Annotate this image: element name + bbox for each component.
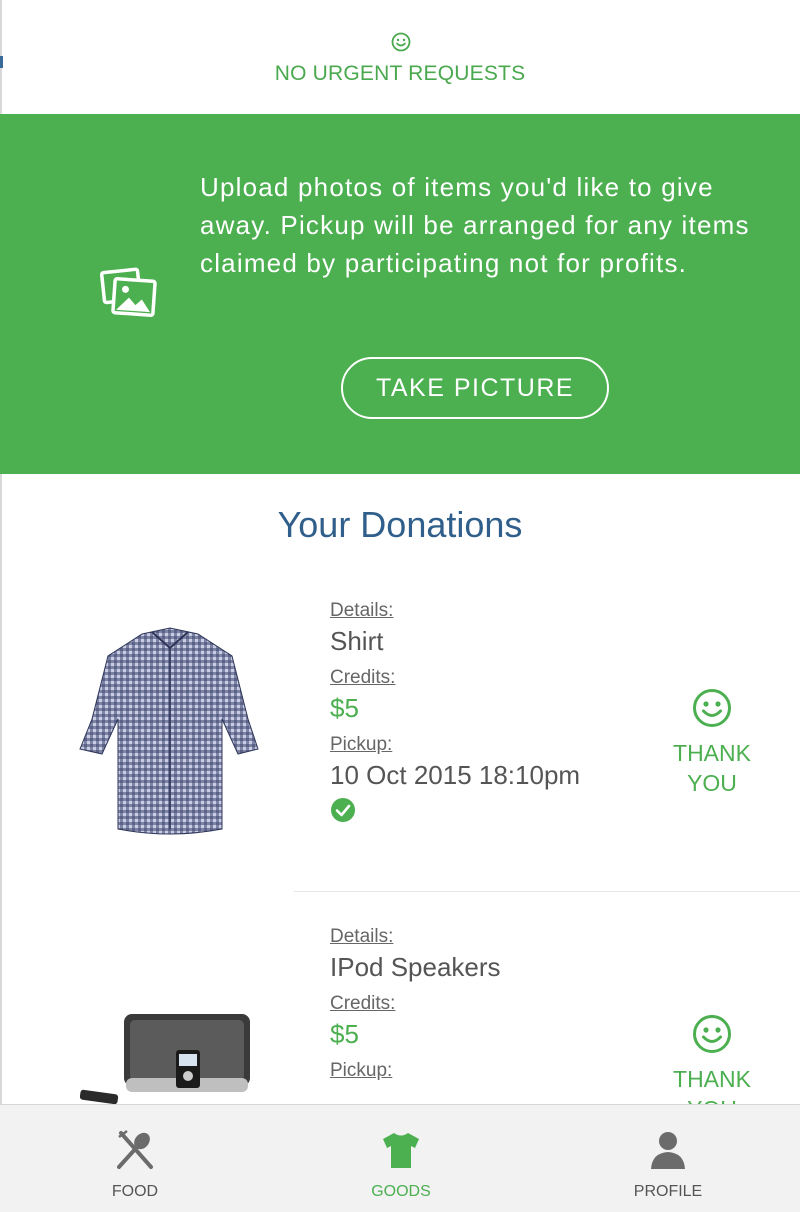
urgent-requests-label: NO URGENT REQUESTS <box>274 62 526 85</box>
tab-goods-label: GOODS <box>371 1183 431 1200</box>
credits-label: Credits: <box>330 993 396 1014</box>
pickup-value: 10 Oct 2015 18:10pm <box>330 760 581 790</box>
tab-profile[interactable]: PROFILE <box>598 1105 738 1212</box>
thank-you-text: THANK YOU <box>673 740 751 796</box>
donation-info: Details: Shirt Credits: $5 Pickup: 10 Oc… <box>330 600 580 828</box>
details-value: Shirt <box>330 626 384 656</box>
smiley-icon <box>693 1015 731 1053</box>
upload-panel: Upload photos of items you'd like to giv… <box>0 114 800 474</box>
credits-label: Credits: <box>330 667 396 688</box>
take-picture-button[interactable]: TAKE PICTURE <box>341 357 609 419</box>
tab-food-label: FOOD <box>111 1183 159 1200</box>
smiley-icon <box>391 32 411 52</box>
utensils-icon <box>117 1130 153 1169</box>
details-label: Details: <box>330 926 394 947</box>
person-icon <box>651 1132 685 1169</box>
pickup-label: Pickup: <box>330 734 393 755</box>
donation-info: Details: IPod Speakers Credits: $5 Picku… <box>330 926 501 1082</box>
check-icon <box>331 798 355 822</box>
details-value: IPod Speakers <box>330 952 501 982</box>
tab-goods[interactable]: GOODS <box>331 1105 471 1212</box>
upload-instructions: Upload photos of items you'd like to giv… <box>200 172 750 278</box>
pickup-label: Pickup: <box>330 1060 393 1081</box>
shirt-image <box>79 627 259 835</box>
tab-food[interactable]: FOOD <box>65 1105 205 1212</box>
credits-value: $5 <box>330 1019 359 1049</box>
bottom-tab-bar: FOOD GOODS PROFILE <box>0 1104 800 1212</box>
tshirt-icon <box>383 1133 419 1168</box>
details-label: Details: <box>330 600 394 621</box>
smiley-icon <box>693 689 731 727</box>
urgent-requests-header: NO URGENT REQUESTS <box>0 0 800 114</box>
donations-title: Your Donations <box>277 504 523 545</box>
tab-profile-label: PROFILE <box>633 1183 703 1200</box>
item-divider <box>294 891 800 892</box>
thank-you-status: THANK YOU <box>672 688 752 798</box>
speaker-image <box>80 1014 250 1105</box>
photos-icon <box>100 267 157 317</box>
credits-value: $5 <box>330 693 359 723</box>
